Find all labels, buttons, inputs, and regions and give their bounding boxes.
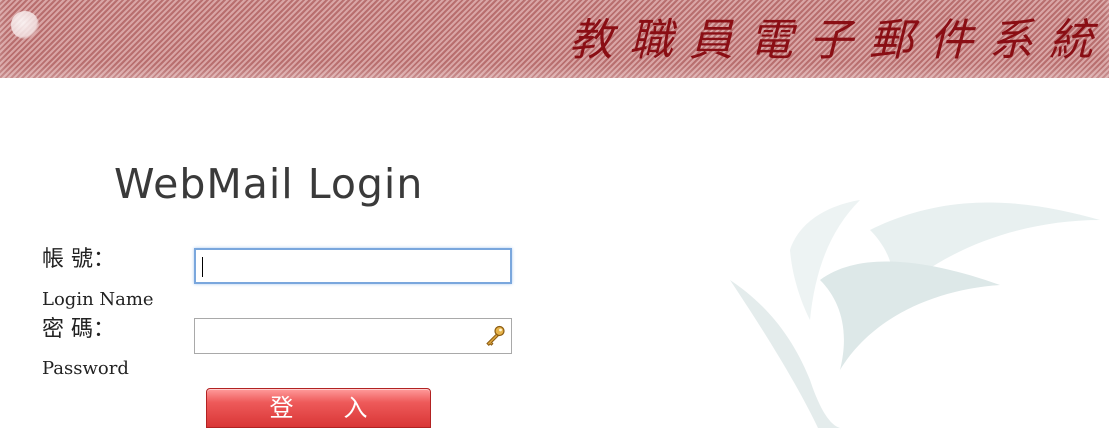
text-caret <box>202 257 203 277</box>
system-title: 教職員電子郵件系統 <box>569 15 1109 66</box>
login-button[interactable]: 登入 <box>206 388 431 428</box>
login-heading: WebMail Login <box>114 160 424 208</box>
header-banner: 教職員電子郵件系統 <box>0 0 1109 78</box>
key-icon <box>486 325 505 347</box>
password-label: 密 碼： <box>42 317 115 342</box>
login-page: 教職員電子郵件系統 WebMail Login 帳 號： Login Name … <box>0 0 1109 428</box>
username-label: 帳 號： <box>42 247 115 272</box>
swoosh-logo-watermark-icon <box>730 200 1100 428</box>
orb-highlight-icon <box>11 11 39 39</box>
password-sublabel: Password <box>42 358 129 379</box>
username-input[interactable] <box>194 248 512 284</box>
password-input[interactable] <box>194 318 512 354</box>
username-sublabel: Login Name <box>42 289 154 310</box>
